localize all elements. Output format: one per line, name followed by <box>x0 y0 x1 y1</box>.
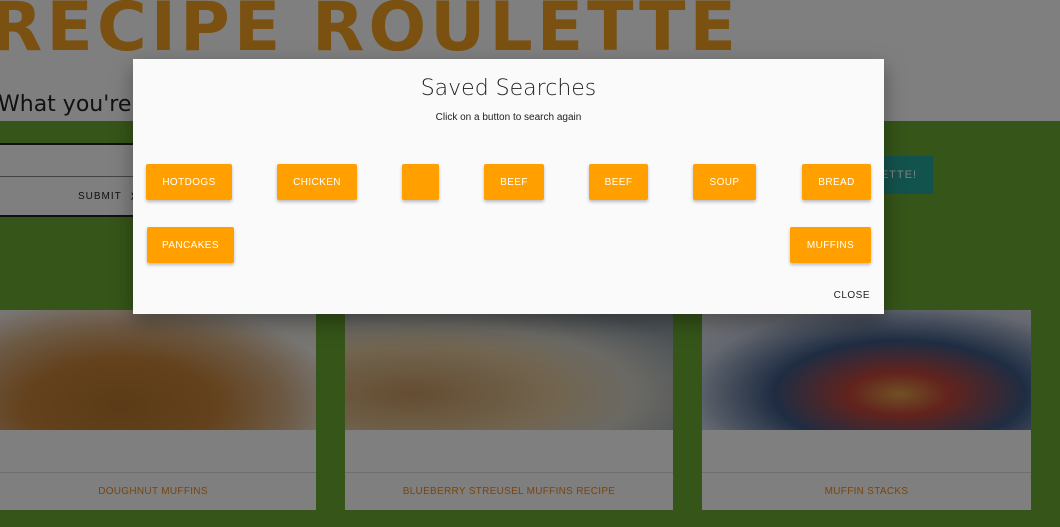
modal-title: Saved Searches <box>420 76 597 101</box>
saved-search-button[interactable] <box>402 164 439 200</box>
saved-searches-modal: Saved Searches Click on a button to sear… <box>133 59 884 314</box>
close-button[interactable]: CLOSE <box>834 290 870 301</box>
saved-search-button[interactable]: HOTDOGS <box>146 164 232 200</box>
saved-search-button[interactable]: BREAD <box>802 164 871 200</box>
saved-search-button[interactable]: SOUP <box>693 164 756 200</box>
modal-subtitle: Click on a button to search again <box>435 112 582 123</box>
saved-search-button[interactable]: MUFFINS <box>790 227 871 263</box>
saved-search-button[interactable]: BEEF <box>589 164 648 200</box>
saved-search-button[interactable]: CHICKEN <box>277 164 357 200</box>
saved-search-button[interactable]: BEEF <box>484 164 544 200</box>
saved-search-button[interactable]: PANCAKES <box>147 227 234 263</box>
